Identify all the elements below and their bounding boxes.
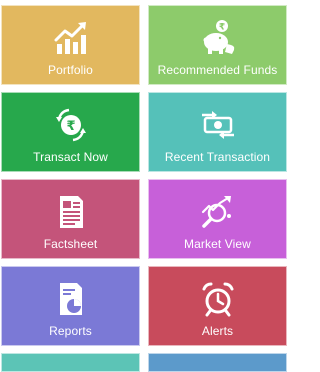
growth-chart-icon: [51, 18, 91, 58]
factsheet-tile[interactable]: Factsheet: [1, 179, 140, 259]
document-icon: [51, 192, 91, 232]
recommended-funds-tile[interactable]: ₹ Recommended Funds: [148, 5, 287, 85]
tile-label: Alerts: [201, 324, 234, 338]
piggy-bank-icon: ₹: [198, 18, 238, 58]
portfolio-tile[interactable]: Portfolio: [1, 5, 140, 85]
transact-now-tile[interactable]: ₹ Transact Now: [1, 92, 140, 172]
partial-tile-left[interactable]: [1, 353, 140, 372]
recent-transaction-tile[interactable]: Recent Transaction: [148, 92, 287, 172]
tile-label: Recent Transaction: [164, 150, 271, 164]
tile-label: Portfolio: [48, 63, 93, 77]
svg-text:₹: ₹: [66, 119, 75, 134]
money-transfer-icon: [198, 105, 238, 145]
tile-label: Reports: [49, 324, 92, 338]
alarm-clock-icon: [198, 279, 238, 319]
dashboard-grid: Portfolio ₹ Recommended Funds ₹ Transact…: [0, 0, 288, 372]
report-pie-icon: [51, 279, 91, 319]
market-view-tile[interactable]: Market View: [148, 179, 287, 259]
rupee-exchange-icon: ₹: [51, 105, 91, 145]
tile-label: Recommended Funds: [157, 63, 278, 77]
market-search-icon: [198, 192, 238, 232]
svg-text:₹: ₹: [218, 23, 224, 33]
partial-tile-right[interactable]: [148, 353, 287, 372]
tile-label: Market View: [184, 237, 251, 251]
reports-tile[interactable]: Reports: [1, 266, 140, 346]
tile-label: Transact Now: [33, 150, 108, 164]
alerts-tile[interactable]: Alerts: [148, 266, 287, 346]
tile-label: Factsheet: [43, 237, 98, 251]
